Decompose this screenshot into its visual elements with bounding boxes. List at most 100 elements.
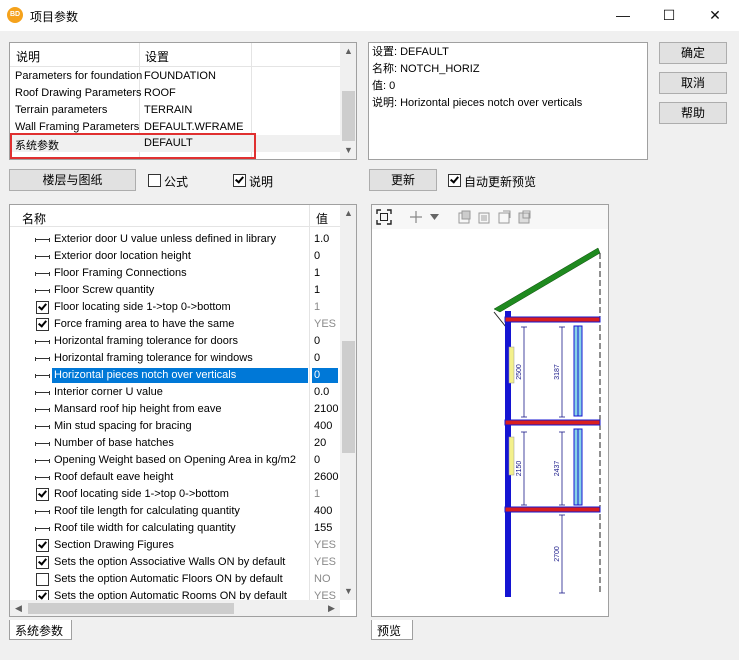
param-value[interactable]: 0.0 bbox=[314, 386, 340, 398]
param-row[interactable]: Sets the option Associative Walls ON by … bbox=[10, 554, 340, 571]
param-checkbox[interactable] bbox=[36, 539, 49, 552]
dimension-icon bbox=[35, 459, 50, 463]
parameter-list[interactable]: 名称 值 Exterior door U value unless define… bbox=[9, 204, 357, 617]
param-value[interactable]: 0 bbox=[314, 335, 340, 347]
param-checkbox[interactable] bbox=[36, 301, 49, 314]
preview-panel[interactable]: 2500 3187 2150 2437 2700 bbox=[371, 204, 609, 617]
param-row[interactable]: Force framing area to have the same YES bbox=[10, 316, 340, 333]
param-row[interactable]: Horizontal framing tolerance for doors 0 bbox=[10, 333, 340, 350]
param-row-selected[interactable]: Horizontal pieces notch over verticals 0 bbox=[10, 367, 340, 384]
pan-icon[interactable] bbox=[410, 211, 422, 223]
tab-preview[interactable]: 预览 bbox=[371, 620, 413, 640]
param-value[interactable]: 1 bbox=[314, 488, 340, 500]
dimension-icon bbox=[35, 527, 50, 531]
minimize-button[interactable]: — bbox=[600, 0, 646, 31]
scroll-left-icon[interactable]: ◀ bbox=[10, 600, 27, 616]
param-value[interactable]: 1 bbox=[314, 267, 340, 279]
param-row[interactable]: Min stud spacing for bracing 400 bbox=[10, 418, 340, 435]
scroll-thumb[interactable] bbox=[342, 341, 355, 453]
scroll-thumb[interactable] bbox=[342, 91, 355, 141]
param-checkbox[interactable] bbox=[36, 573, 49, 586]
horizontal-scrollbar[interactable]: ◀ ▶ bbox=[10, 600, 340, 616]
param-value[interactable]: 400 bbox=[314, 505, 340, 517]
grid-row[interactable]: Terrain parameters TERRAIN bbox=[10, 102, 340, 119]
param-value[interactable]: 1.0 bbox=[314, 233, 340, 245]
formula-checkbox[interactable] bbox=[148, 174, 161, 187]
param-value[interactable]: NO bbox=[314, 573, 340, 585]
dimension-label: 2150 bbox=[516, 461, 523, 477]
param-value[interactable]: 0 bbox=[314, 352, 340, 364]
view-icon[interactable] bbox=[478, 210, 492, 224]
floor-lower bbox=[504, 506, 601, 513]
param-checkbox[interactable] bbox=[36, 318, 49, 331]
scroll-down-icon[interactable]: ▼ bbox=[340, 583, 356, 600]
param-value[interactable]: YES bbox=[314, 556, 340, 568]
param-row[interactable]: Horizontal framing tolerance for windows… bbox=[10, 350, 340, 367]
scroll-down-icon[interactable]: ▼ bbox=[340, 142, 356, 159]
view-icon[interactable] bbox=[518, 210, 532, 224]
param-row[interactable]: Opening Weight based on Opening Area in … bbox=[10, 452, 340, 469]
param-name: Horizontal pieces notch over verticals bbox=[52, 368, 308, 383]
zoom-extents-icon[interactable] bbox=[376, 209, 392, 225]
chevron-down-icon[interactable] bbox=[430, 214, 439, 220]
param-row[interactable]: Mansard roof hip height from eave 2100 bbox=[10, 401, 340, 418]
param-name: Number of base hatches bbox=[54, 437, 174, 449]
param-row[interactable]: Roof tile length for calculating quantit… bbox=[10, 503, 340, 520]
row-name: Parameters for foundation bbox=[15, 70, 143, 82]
maximize-icon: ☐ bbox=[662, 7, 676, 23]
param-row[interactable]: Roof locating side 1->top 0->bottom 1 bbox=[10, 486, 340, 503]
description-checkbox[interactable] bbox=[233, 174, 246, 187]
vertical-scrollbar[interactable]: ▲ ▼ bbox=[340, 205, 356, 600]
param-value[interactable]: 155 bbox=[314, 522, 340, 534]
scroll-up-icon[interactable]: ▲ bbox=[340, 205, 356, 222]
scroll-thumb[interactable] bbox=[28, 603, 234, 614]
param-row[interactable]: Roof tile width for calculating quantity… bbox=[10, 520, 340, 537]
close-button[interactable]: ✕ bbox=[692, 0, 738, 31]
param-value[interactable]: 2100 bbox=[314, 403, 340, 415]
param-row[interactable]: Exterior door U value unless defined in … bbox=[10, 231, 340, 248]
scroll-up-icon[interactable]: ▲ bbox=[340, 43, 356, 60]
param-row[interactable]: Floor Framing Connections 1 bbox=[10, 265, 340, 282]
param-row[interactable]: Roof default eave height 2600 bbox=[10, 469, 340, 486]
param-row[interactable]: Number of base hatches 20 bbox=[10, 435, 340, 452]
vertical-scrollbar[interactable]: ▲ ▼ bbox=[340, 43, 356, 159]
view-icon[interactable] bbox=[458, 210, 472, 224]
formula-label: 公式 bbox=[164, 175, 189, 189]
grid-row[interactable]: Parameters for foundation FOUNDATION bbox=[10, 68, 340, 85]
dimension-icon bbox=[35, 357, 50, 361]
eave-line bbox=[493, 311, 507, 328]
param-row[interactable]: Sets the option Automatic Floors ON by d… bbox=[10, 571, 340, 588]
param-row[interactable]: Floor locating side 1->top 0->bottom 1 bbox=[10, 299, 340, 316]
cancel-button[interactable]: 取消 bbox=[659, 72, 727, 94]
maximize-button[interactable]: ☐ bbox=[646, 0, 692, 31]
param-row[interactable]: Interior corner U value 0.0 bbox=[10, 384, 340, 401]
help-button[interactable]: 帮助 bbox=[659, 102, 727, 124]
param-value[interactable]: 1 bbox=[314, 284, 340, 296]
auto-update-checkbox[interactable] bbox=[448, 174, 461, 187]
param-value[interactable]: 2600 bbox=[314, 471, 340, 483]
param-value[interactable]: 1 bbox=[314, 301, 340, 313]
ok-button[interactable]: 确定 bbox=[659, 42, 727, 64]
grid-row[interactable]: Roof Drawing Parameters ROOF bbox=[10, 85, 340, 102]
param-value[interactable]: 400 bbox=[314, 420, 340, 432]
parameter-set-grid[interactable]: 说明 设置 Parameters for foundation FOUNDATI… bbox=[9, 42, 357, 160]
param-value[interactable]: YES bbox=[314, 318, 340, 330]
dimension-icon bbox=[35, 391, 50, 395]
tab-system-parameters[interactable]: 系统参数 bbox=[9, 620, 72, 640]
param-value[interactable]: 0 bbox=[314, 250, 340, 262]
param-row[interactable]: Floor Screw quantity 1 bbox=[10, 282, 340, 299]
update-button[interactable]: 更新 bbox=[369, 169, 437, 191]
param-checkbox[interactable] bbox=[36, 488, 49, 501]
param-value[interactable]: 0 bbox=[314, 454, 340, 466]
param-value[interactable]: 20 bbox=[314, 437, 340, 449]
scroll-right-icon[interactable]: ▶ bbox=[323, 600, 340, 616]
check-icon bbox=[38, 556, 47, 566]
param-value[interactable]: 0 bbox=[312, 368, 338, 383]
param-value[interactable]: YES bbox=[314, 539, 340, 551]
view-icon[interactable] bbox=[498, 210, 512, 224]
param-row[interactable]: Exterior door location height 0 bbox=[10, 248, 340, 265]
floors-sheets-button[interactable]: 楼层与图纸 bbox=[9, 169, 136, 191]
param-checkbox[interactable] bbox=[36, 556, 49, 569]
param-row[interactable]: Section Drawing Figures YES bbox=[10, 537, 340, 554]
info-name: 名称: NOTCH_HORIZ bbox=[372, 63, 480, 75]
